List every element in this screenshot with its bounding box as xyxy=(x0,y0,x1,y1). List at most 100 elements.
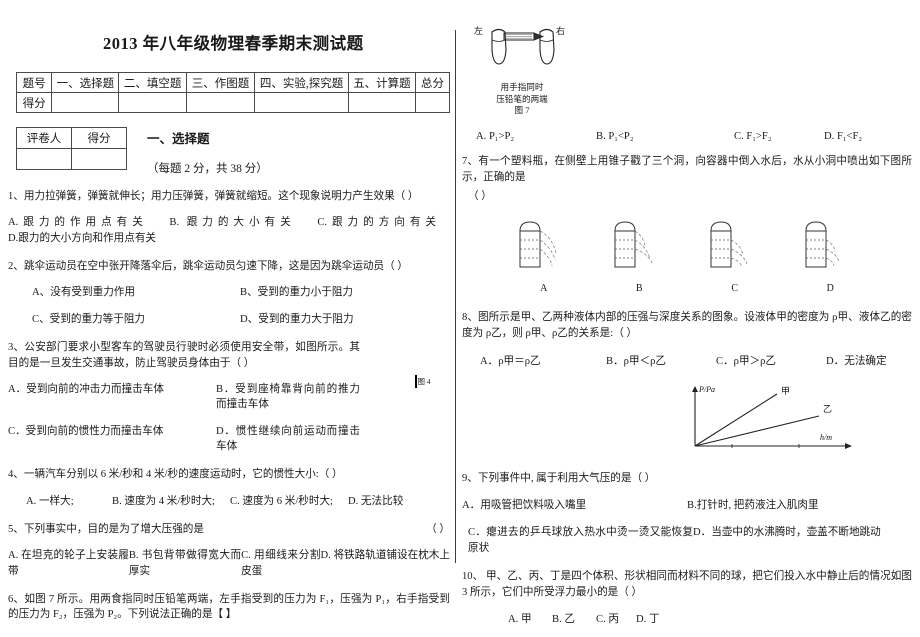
option-9-d[interactable]: D．当壶中的水沸腾时，壶盖不断地跳动 xyxy=(693,525,881,557)
option-10-a[interactable]: A. 甲 xyxy=(508,612,552,628)
score-cell-drawing[interactable] xyxy=(185,92,256,113)
option-3-b[interactable]: B．受到座椅靠背向前的推力而撞击车体 xyxy=(216,382,360,413)
chart-y-axis-label: P/Pa xyxy=(698,385,715,394)
bottle-d-label: D xyxy=(826,283,834,295)
grader-header-name: 评卷人 xyxy=(16,127,72,149)
grader-table: 评卷人 得分 xyxy=(16,127,127,170)
option-10-b[interactable]: B. 乙 xyxy=(552,612,596,628)
score-cell-experiment[interactable] xyxy=(254,92,349,113)
bottle-figure-b: B xyxy=(603,217,675,296)
question-8-options: A．ρ甲＝ρ乙 B．ρ甲＜ρ乙 C．ρ甲＞ρ乙 D．无法确定 xyxy=(462,354,912,370)
bottle-a-label: A xyxy=(540,283,548,295)
option-5-b[interactable]: B. 书包背带做得宽大而厚实 xyxy=(129,548,241,579)
score-summary-table: 题号 一、选择题 二、填空题 三、作图题 四、实验,探究题 五、计算题 总分 得… xyxy=(15,72,450,113)
option-9-a[interactable]: A．用吸管把饮料吸入嘴里 xyxy=(462,498,687,514)
bottle-c-svg xyxy=(710,221,748,268)
option-4-a[interactable]: A. 一样大; xyxy=(8,494,112,509)
option-row: C．受到向前的惯性力而撞击车体 D．惯性继续向前运动而撞击车体 xyxy=(8,424,360,455)
option-2-d[interactable]: D、受到的重力大于阻力 xyxy=(240,312,354,327)
option-5-d[interactable]: D. 将铁路轨道铺设在枕木上 xyxy=(321,548,450,579)
question-3-options: A．受到向前的冲击力而撞击车体 B．受到座椅靠背向前的推力而撞击车体 C．受到向… xyxy=(8,382,360,454)
option-2-a[interactable]: A、没有受到重力作用 xyxy=(8,285,240,300)
option-6-c[interactable]: C. F₁>F₂ xyxy=(734,131,824,142)
question-10: 10、 甲、乙、丙、丁是四个体积、形状相同而材料不同的球，把它们投入水中静止后的… xyxy=(462,569,912,629)
question-6-stem: 6、如图 7 所示。用两食指同时压铅笔两端，左手指受到的压力为 F₁，压强为 P… xyxy=(8,594,450,621)
option-row: A．受到向前的冲击力而撞击车体 B．受到座椅靠背向前的推力而撞击车体 xyxy=(8,382,360,413)
pencil-figure-caption: 用手指同时 压铅笔的两端 图 7 xyxy=(476,82,568,117)
question-10-options: A. 甲 B. 乙 C. 丙 D. 丁 xyxy=(462,612,912,628)
option-1-d[interactable]: D.跟力的大小方向和作用点有关 xyxy=(8,233,156,244)
option-1-a[interactable]: A.跟力的作用点有关 xyxy=(8,217,148,228)
grader-cell-name[interactable] xyxy=(16,148,72,170)
pressure-depth-chart-svg: P/Pa h/m 甲 乙 xyxy=(692,385,852,450)
question-4: 4、一辆汽车分别以 6 米/秒和 4 米/秒的速度运动时，它的惯性大小:（ ） … xyxy=(8,467,450,509)
option-6-b[interactable]: B. P₁<P₂ xyxy=(596,131,734,142)
grader-cell-score[interactable] xyxy=(71,148,127,170)
option-8-a[interactable]: A．ρ甲＝ρ乙 xyxy=(462,354,606,370)
option-8-b[interactable]: B．ρ甲＜ρ乙 xyxy=(606,354,716,370)
bottle-d-svg xyxy=(805,221,840,268)
option-2-b[interactable]: B、受到的重力小于阻力 xyxy=(240,285,353,300)
score-col-choice: 一、选择题 xyxy=(51,72,120,93)
option-2-c[interactable]: C、受到的重力等于阻力 xyxy=(8,312,240,327)
option-4-d[interactable]: D. 无法比较 xyxy=(348,494,403,509)
option-1-b[interactable]: B. 跟力的大小有关 xyxy=(169,217,295,228)
score-col-total: 总分 xyxy=(415,72,450,93)
question-7: 7、有一个塑料瓶，在侧壁上用锥子戳了三个洞，向容器中倒入水后，水从小洞中喷出如下… xyxy=(462,154,912,205)
chart-x-axis-label: h/m xyxy=(820,433,832,442)
section-subtitle: （每题 2 分，共 38 分） xyxy=(147,163,268,175)
option-1-c[interactable]: C.跟力的方向有关 xyxy=(317,217,436,228)
option-10-c[interactable]: C. 丙 xyxy=(596,612,636,628)
question-7-answer-slot[interactable]: （ ） xyxy=(462,189,912,205)
question-4-stem: 4、一辆汽车分别以 6 米/秒和 4 米/秒的速度运动时，它的惯性大小:（ ） xyxy=(8,469,343,481)
bottle-a-svg xyxy=(519,221,557,268)
exam-page: 2013 年八年级物理春季期末测试题 题号 一、选择题 二、填空题 三、作图题 … xyxy=(0,0,920,637)
table-row-values xyxy=(16,148,127,170)
question-5-stem-row: 5、下列事实中，目的是为了增大压强的是 （ ） xyxy=(8,522,450,537)
option-10-d[interactable]: D. 丁 xyxy=(636,612,660,628)
option-6-a[interactable]: A. P₁>P₂ xyxy=(462,131,596,142)
option-5-c[interactable]: C. 用细线来分割皮蛋 xyxy=(241,548,320,579)
option-3-c[interactable]: C．受到向前的惯性力而撞击车体 xyxy=(8,424,216,455)
question-8: 8、图所示是甲、乙两种液体内部的压强与深度关系的图象。设液体甲的密度为 ρ甲、液… xyxy=(462,310,912,370)
option-4-b[interactable]: B. 速度为 4 米/秒时大; xyxy=(112,494,230,509)
option-8-d[interactable]: D．无法确定 xyxy=(826,354,887,370)
option-4-c[interactable]: C. 速度为 6 米/秒时大; xyxy=(230,494,348,509)
option-3-a[interactable]: A．受到向前的冲击力而撞击车体 xyxy=(8,382,216,413)
section-header-row: 评卷人 得分 一、选择题 （每题 2 分，共 38 分） xyxy=(8,127,450,176)
bottle-figures: A B C D xyxy=(496,217,878,296)
pencil-right-label: 右 xyxy=(556,26,566,36)
seatbelt-figure: 图 4 xyxy=(400,374,446,389)
score-cell-calculation[interactable] xyxy=(347,92,417,113)
question-9-options: A．用吸管把饮料吸入嘴里 B.打针时, 把药液注入肌肉里 C．瘪进去的乒乓球放入… xyxy=(462,498,912,557)
question-5-options: A. 在坦克的轮子上安装履带 B. 书包背带做得宽大而厚实 C. 用细线来分割皮… xyxy=(8,548,450,579)
table-row-header: 评卷人 得分 xyxy=(16,127,127,149)
score-row-label-points: 得分 xyxy=(15,92,53,113)
option-8-c[interactable]: C．ρ甲＞ρ乙 xyxy=(716,354,826,370)
right-column: 左 右 用手指同时 压铅笔的两端 图 7 A. P₁>P₂ B. P₁<P₂ C… xyxy=(462,22,912,625)
pressure-depth-chart: P/Pa h/m 甲 乙 xyxy=(677,380,912,457)
option-9-b[interactable]: B.打针时, 把药液注入肌肉里 xyxy=(687,498,819,514)
option-5-a[interactable]: A. 在坦克的轮子上安装履带 xyxy=(8,548,129,579)
score-col-calculation: 五、计算题 xyxy=(347,72,417,93)
option-9-c[interactable]: C．瘪进去的乒乓球放入热水中烫一烫又能恢复原状 xyxy=(462,525,693,557)
column-divider xyxy=(455,30,456,563)
bottle-figure-a: A xyxy=(508,217,580,296)
question-5-answer-slot[interactable]: （ ） xyxy=(426,522,450,537)
option-3-d[interactable]: D．惯性继续向前运动而撞击车体 xyxy=(216,424,360,455)
pencil-caption-line-1: 用手指同时 xyxy=(500,82,544,92)
question-3-stem: 3、公安部门要求小型客车的驾驶员行驶时必须使用安全带，如图所示。其目的是一旦发生… xyxy=(8,342,360,369)
score-cell-choice[interactable] xyxy=(51,92,120,113)
option-6-d[interactable]: D. F₁<F₂ xyxy=(824,131,862,142)
question-1-stem: 1、用力拉弹簧，弹簧就伸长；用力压弹簧，弹簧就缩短。这个现象说明力产生效果（ ） xyxy=(8,191,419,202)
question-2-options: A、没有受到重力作用 B、受到的重力小于阻力 C、受到的重力等于阻力 D、受到的… xyxy=(8,285,450,327)
question-5: 5、下列事实中，目的是为了增大压强的是 （ ） A. 在坦克的轮子上安装履带 B… xyxy=(8,522,450,579)
score-cell-total[interactable] xyxy=(415,92,450,113)
score-col-experiment: 四、实验,探究题 xyxy=(254,72,349,93)
table-row-header: 题号 一、选择题 二、填空题 三、作图题 四、实验,探究题 五、计算题 总分 xyxy=(15,72,450,93)
bottle-b-svg xyxy=(614,221,654,268)
question-2: 2、跳伞运动员在空中张开降落伞后，跳伞运动员匀速下降，这是因为跳伞运动员（ ） … xyxy=(8,259,450,327)
seatbelt-figure-caption: 图 4 xyxy=(417,377,431,387)
score-cell-fill[interactable] xyxy=(118,92,187,113)
pencil-caption-line-3: 图 7 xyxy=(514,105,530,116)
